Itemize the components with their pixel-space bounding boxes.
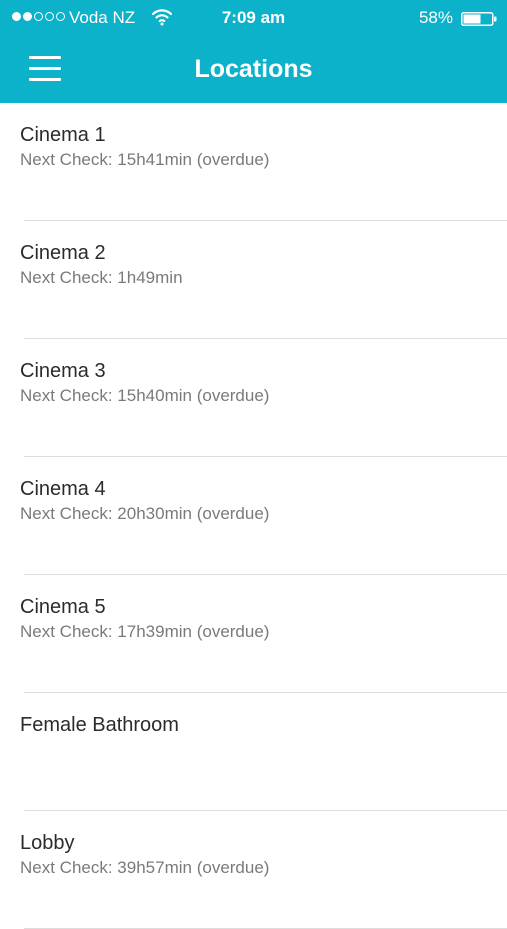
battery-icon	[461, 11, 497, 26]
page-title: Locations	[194, 55, 313, 83]
location-item-lobby[interactable]: Lobby Next Check: 39h57min (overdue)	[0, 811, 507, 929]
location-item-cinema-4[interactable]: Cinema 4 Next Check: 20h30min (overdue)	[0, 457, 507, 575]
locations-list: Cinema 1 Next Check: 15h41min (overdue) …	[0, 103, 507, 929]
location-item-cinema-5[interactable]: Cinema 5 Next Check: 17h39min (overdue)	[0, 575, 507, 693]
battery-percent: 58%	[418, 8, 453, 27]
next-check-text: Next Check: 17h39min (overdue)	[20, 622, 270, 641]
location-name: Lobby	[20, 832, 75, 854]
location-name: Female Bathroom	[20, 714, 179, 736]
next-check-text: Next Check: 1h49min	[20, 268, 183, 287]
app-header: Voda NZ 7:09 am 58% Locations	[0, 0, 507, 103]
location-name: Cinema 2	[20, 242, 106, 264]
next-check-text: Next Check: 15h40min (overdue)	[20, 386, 270, 405]
status-bar: Voda NZ 7:09 am 58%	[0, 0, 507, 36]
next-check-text: Next Check: 20h30min (overdue)	[20, 504, 270, 523]
location-item-cinema-2[interactable]: Cinema 2 Next Check: 1h49min	[0, 221, 507, 339]
location-item-cinema-1[interactable]: Cinema 1 Next Check: 15h41min (overdue)	[0, 103, 507, 221]
location-name: Cinema 3	[20, 360, 106, 382]
location-name: Cinema 5	[20, 596, 106, 618]
location-name: Cinema 1	[20, 124, 106, 146]
location-name: Cinema 4	[20, 478, 106, 500]
location-item-female-bathroom[interactable]: Female Bathroom	[0, 693, 507, 811]
next-check-text: Next Check: 39h57min (overdue)	[20, 858, 270, 877]
navigation-bar: Locations	[0, 36, 507, 103]
next-check-text: Next Check: 15h41min (overdue)	[20, 150, 270, 169]
location-item-cinema-3[interactable]: Cinema 3 Next Check: 15h40min (overdue)	[0, 339, 507, 457]
